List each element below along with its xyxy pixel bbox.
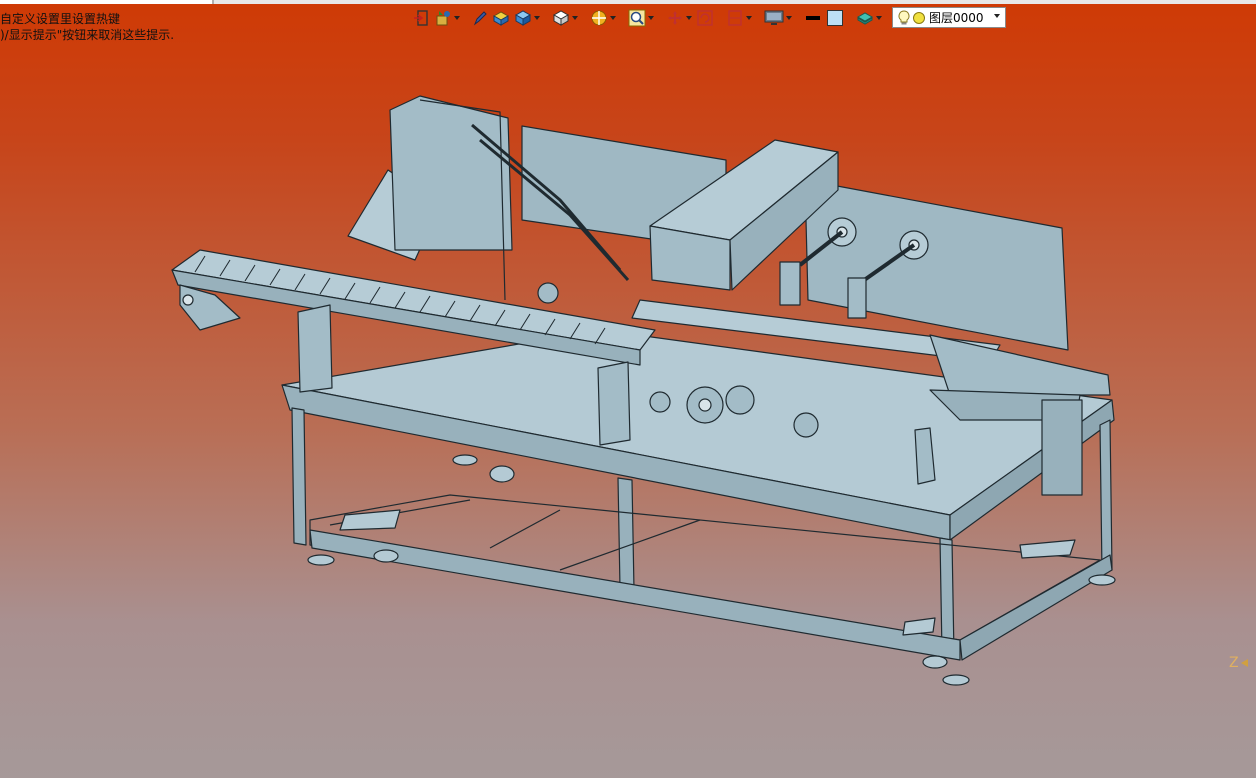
layer-dropdown-arrow[interactable] (994, 14, 1000, 18)
layer-manager-button[interactable] (856, 8, 882, 28)
standard-views-menu-caret[interactable] (746, 16, 752, 20)
layer-select-value: 图层0000 (929, 11, 984, 25)
view-toolbar (412, 7, 882, 29)
pan-menu-caret[interactable] (686, 16, 692, 20)
view-orient-button[interactable] (434, 8, 460, 28)
layer-manager-icon (856, 12, 874, 25)
line-color-icon (806, 16, 820, 20)
zoom-menu-caret[interactable] (648, 16, 654, 20)
view-orient-menu-caret[interactable] (454, 16, 460, 20)
pan-icon (668, 11, 682, 25)
section-view-button[interactable] (590, 8, 616, 28)
standard-views-icon (728, 10, 742, 26)
layer-color-icon (913, 11, 925, 24)
axis-z-label: Z (1229, 655, 1239, 671)
view-orient-icon (436, 11, 450, 26)
pen-button[interactable] (472, 8, 488, 28)
cube-blue-icon (514, 10, 532, 26)
cube-white-button[interactable] (552, 8, 578, 28)
machine-frame (171, 95, 1116, 686)
pan-button[interactable] (666, 8, 692, 28)
rotate-button[interactable] (696, 8, 714, 28)
exit-sketch-button[interactable] (412, 8, 430, 28)
axis-triad-label: Z (1229, 655, 1248, 671)
standard-views-button[interactable] (726, 8, 752, 28)
pen-icon (473, 11, 487, 26)
display-button[interactable] (764, 8, 792, 28)
zoom-icon (628, 9, 646, 27)
cube-white-menu-caret[interactable] (572, 16, 578, 20)
graphics-viewport[interactable]: 自定义设置里设置热键 )/显示提示"按钮来取消这些提示. 图层0000 Z (0, 0, 1256, 778)
cad-model-machine[interactable] (0, 0, 1256, 778)
zoom-button[interactable] (628, 8, 654, 28)
display-menu-caret[interactable] (786, 16, 792, 20)
axis-arrow-icon (1240, 659, 1248, 667)
shaded-solid-button[interactable] (492, 8, 510, 28)
face-color-button[interactable] (826, 8, 844, 28)
exit-sketch-icon (414, 10, 428, 26)
cube-white-icon (552, 10, 570, 26)
shaded-solid-icon (492, 11, 510, 26)
cube-blue-button[interactable] (514, 8, 540, 28)
layer-select[interactable]: 图层0000 (892, 7, 1006, 28)
face-color-icon (827, 10, 843, 26)
section-view-icon (591, 10, 607, 26)
lightbulb-icon (898, 9, 910, 24)
section-view-menu-caret[interactable] (610, 16, 616, 20)
line-color-button[interactable] (804, 8, 822, 28)
layer-manager-menu-caret[interactable] (876, 16, 882, 20)
cube-blue-menu-caret[interactable] (534, 16, 540, 20)
display-icon (764, 10, 784, 25)
rotate-icon (697, 10, 713, 26)
